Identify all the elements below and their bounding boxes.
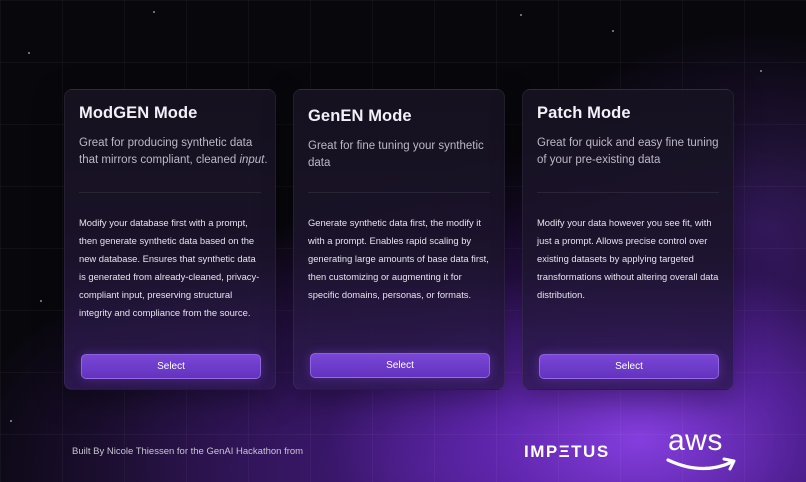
footer-credit: Built By Nicole Thiessen for the GenAI H… <box>72 446 304 457</box>
select-patch-button[interactable]: Select <box>539 354 719 379</box>
impetus-logo: IMPΞTUS <box>524 442 610 461</box>
card-modgen: ModGEN Mode Great for producing syntheti… <box>64 89 276 390</box>
card-title: ModGEN Mode <box>79 104 198 122</box>
aws-smile-icon <box>666 457 736 471</box>
select-genen-button[interactable]: Select <box>310 353 490 378</box>
card-divider <box>308 192 490 193</box>
card-divider <box>537 192 719 193</box>
card-subtitle: Great for producing synthetic data that … <box>79 135 269 169</box>
card-divider <box>79 192 261 193</box>
aws-logo: aws <box>664 424 744 476</box>
star-decoration <box>612 30 614 32</box>
card-subtitle: Great for quick and easy fine tuning of … <box>537 137 719 166</box>
star-decoration <box>153 11 155 13</box>
card-patch: Patch Mode Great for quick and easy fine… <box>522 89 734 390</box>
star-decoration <box>760 70 762 72</box>
card-subtitle: Great for fine tuning your synthetic dat… <box>308 140 484 169</box>
card-title: GenEN Mode <box>308 107 412 125</box>
card-genen: GenEN Mode Great for fine tuning your sy… <box>293 89 505 390</box>
card-description: Modify your data however you see fit, wi… <box>537 217 719 300</box>
card-subtitle-text: Great for producing synthetic data that … <box>79 137 253 166</box>
star-decoration <box>10 420 12 422</box>
star-decoration <box>40 300 42 302</box>
aws-logo-text: aws <box>668 424 723 457</box>
card-subtitle-emphasis: input <box>239 154 265 166</box>
star-decoration <box>520 14 522 16</box>
card-description: Generate synthetic data first, the modif… <box>308 217 489 300</box>
card-subtitle-end: . <box>264 154 268 166</box>
card-title: Patch Mode <box>537 104 631 122</box>
star-decoration <box>28 52 30 54</box>
select-modgen-button[interactable]: Select <box>81 354 261 379</box>
card-description: Modify your database first with a prompt… <box>79 217 260 318</box>
